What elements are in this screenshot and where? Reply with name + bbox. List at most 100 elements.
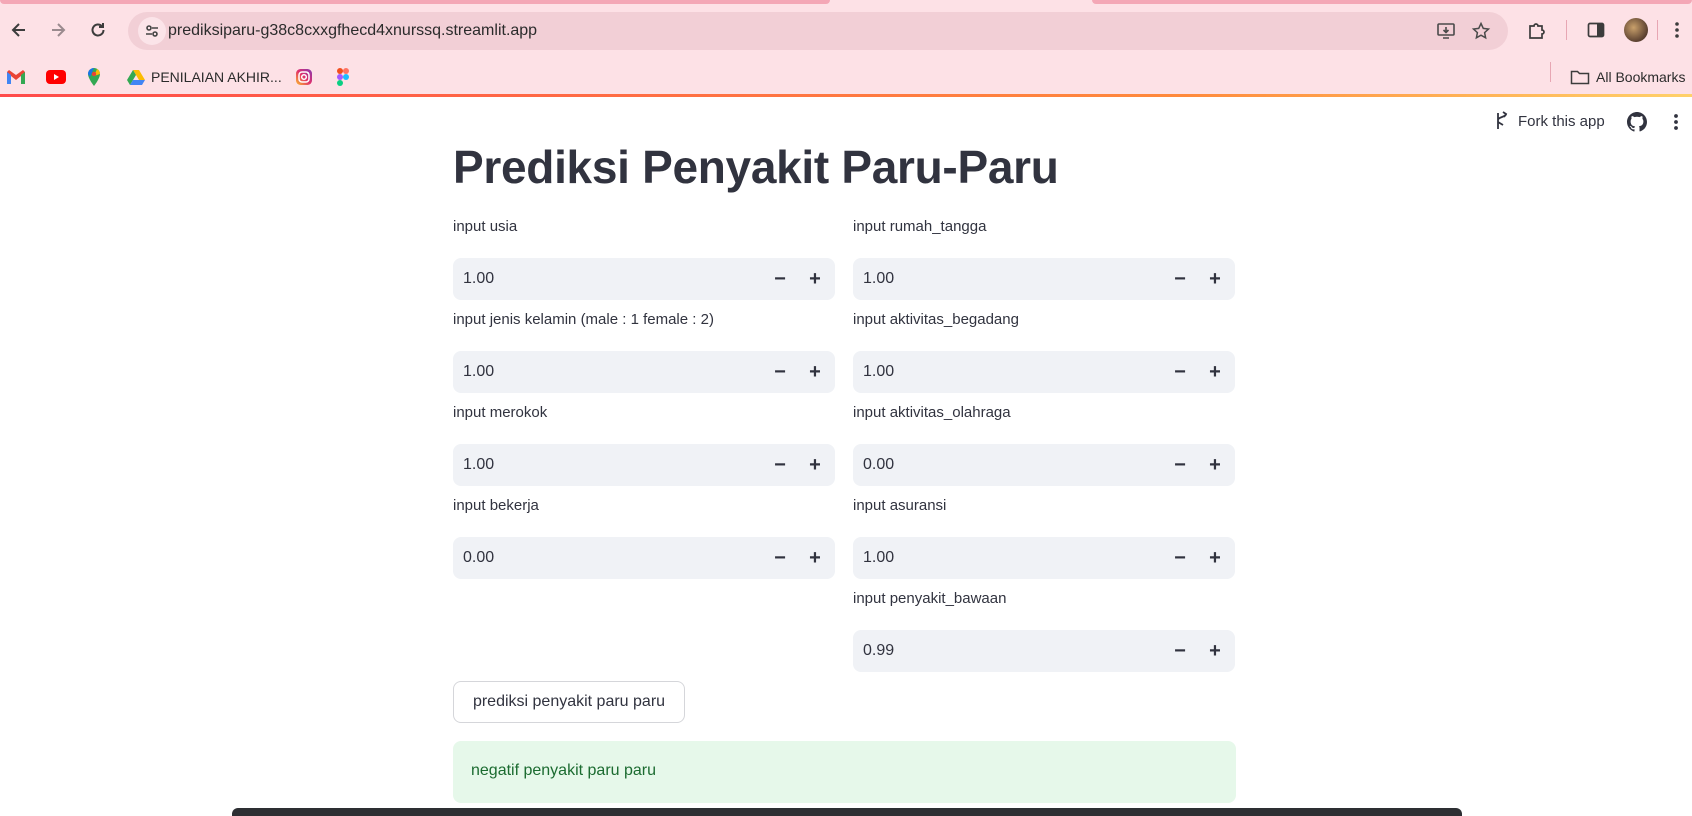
field-aktivitas-begadang: input aktivitas_begadang 1.00 − + xyxy=(853,311,1235,393)
all-bookmarks[interactable]: All Bookmarks xyxy=(1570,66,1685,88)
number-value[interactable]: 1.00 xyxy=(463,363,494,381)
forward-button[interactable] xyxy=(44,16,72,44)
number-value[interactable]: 1.00 xyxy=(863,270,894,288)
toolbar-divider xyxy=(1657,20,1658,40)
increment-button[interactable]: + xyxy=(800,450,830,480)
site-info-button[interactable] xyxy=(138,17,166,45)
reload-icon xyxy=(91,23,105,37)
youtube-icon xyxy=(46,70,66,84)
more-vert-icon xyxy=(1674,114,1678,130)
increment-button[interactable]: + xyxy=(800,543,830,573)
decrement-button[interactable]: − xyxy=(765,264,795,294)
extensions-button[interactable] xyxy=(1524,17,1550,43)
predict-button[interactable]: prediksi penyakit paru paru xyxy=(453,681,685,723)
result-text: negatif penyakit paru paru xyxy=(471,762,657,779)
puzzle-icon xyxy=(1529,23,1545,39)
increment-button[interactable]: + xyxy=(1200,357,1230,387)
browser-menu-button[interactable] xyxy=(1664,17,1690,43)
decrement-button[interactable]: − xyxy=(1165,264,1195,294)
number-input-jenis-kelamin[interactable]: 1.00 − + xyxy=(453,351,835,393)
field-label: input usia xyxy=(453,218,518,235)
back-button[interactable] xyxy=(5,16,33,44)
address-bar[interactable]: prediksiparu-g38c8cxxgfhecd4xnurssq.stre… xyxy=(128,12,1508,50)
field-label: input aktivitas_begadang xyxy=(853,311,1019,328)
number-input-usia[interactable]: 1.00 − + xyxy=(453,258,835,300)
arrow-left-icon xyxy=(11,23,25,37)
number-input-penyakit-bawaan[interactable]: 0.99 − + xyxy=(853,630,1235,672)
number-input-bekerja[interactable]: 0.00 − + xyxy=(453,537,835,579)
maps-icon xyxy=(88,68,100,86)
decrement-button[interactable]: − xyxy=(1165,450,1195,480)
number-input-aktivitas-begadang[interactable]: 1.00 − + xyxy=(853,351,1235,393)
number-value[interactable]: 0.00 xyxy=(463,549,494,567)
reload-button[interactable] xyxy=(84,16,112,44)
number-input-merokok[interactable]: 1.00 − + xyxy=(453,444,835,486)
tab-strip-edge xyxy=(0,0,830,4)
field-usia: input usia 1.00 − + xyxy=(453,218,835,300)
bookmark-maps[interactable] xyxy=(86,66,102,88)
success-alert: negatif penyakit paru paru xyxy=(453,741,1236,803)
number-value[interactable]: 1.00 xyxy=(463,270,494,288)
increment-button[interactable]: + xyxy=(1200,264,1230,294)
decrement-button[interactable]: − xyxy=(765,450,795,480)
bottom-overlay-bar xyxy=(232,808,1462,816)
page-title: Prediksi Penyakit Paru-Paru xyxy=(453,141,1059,193)
app-menu-button[interactable] xyxy=(1666,109,1686,135)
bookmark-gmail[interactable] xyxy=(6,66,26,88)
increment-button[interactable]: + xyxy=(800,264,830,294)
fork-label: Fork this app xyxy=(1518,112,1605,130)
side-panel-button[interactable] xyxy=(1583,17,1609,43)
bookmarks-divider xyxy=(1550,62,1551,82)
decrement-button[interactable]: − xyxy=(1165,543,1195,573)
number-value[interactable]: 0.99 xyxy=(863,642,894,660)
number-value[interactable]: 1.00 xyxy=(863,363,894,381)
decrement-button[interactable]: − xyxy=(1165,636,1195,666)
field-bekerja: input bekerja 0.00 − + xyxy=(453,497,835,579)
gmail-icon xyxy=(7,70,25,84)
field-label: input aktivitas_olahraga xyxy=(853,404,1011,421)
more-vert-icon xyxy=(1675,22,1679,38)
number-value[interactable]: 0.00 xyxy=(863,456,894,474)
profile-avatar[interactable] xyxy=(1624,18,1648,42)
star-icon xyxy=(1471,21,1491,40)
install-icon xyxy=(1437,23,1455,39)
decrement-button[interactable]: − xyxy=(765,543,795,573)
increment-button[interactable]: + xyxy=(1200,543,1230,573)
number-input-aktivitas-olahraga[interactable]: 0.00 − + xyxy=(853,444,1235,486)
bookmark-figma[interactable] xyxy=(336,66,350,88)
instagram-icon xyxy=(296,69,312,85)
field-rumah-tangga: input rumah_tangga 1.00 − + xyxy=(853,218,1235,300)
field-asuransi: input asuransi 1.00 − + xyxy=(853,497,1235,579)
fork-app-button[interactable]: Fork this app xyxy=(1494,111,1605,131)
decrement-button[interactable]: − xyxy=(1165,357,1195,387)
browser-toolbar: prediksiparu-g38c8cxxgfhecd4xnurssq.stre… xyxy=(0,0,1692,58)
github-button[interactable] xyxy=(1624,109,1650,135)
bookmark-star-button[interactable] xyxy=(1469,19,1493,43)
toolbar-divider xyxy=(1566,20,1567,40)
number-value[interactable]: 1.00 xyxy=(463,456,494,474)
increment-button[interactable]: + xyxy=(800,357,830,387)
figma-icon xyxy=(337,68,349,86)
number-input-asuransi[interactable]: 1.00 − + xyxy=(853,537,1235,579)
bookmark-instagram[interactable] xyxy=(295,66,313,88)
bookmark-youtube[interactable] xyxy=(45,66,67,88)
fork-icon xyxy=(1497,111,1508,129)
folder-icon xyxy=(1570,70,1590,85)
field-label: input jenis kelamin (male : 1 female : 2… xyxy=(453,311,714,328)
number-input-rumah-tangga[interactable]: 1.00 − + xyxy=(853,258,1235,300)
field-jenis-kelamin: input jenis kelamin (male : 1 female : 2… xyxy=(453,311,835,393)
increment-button[interactable]: + xyxy=(1200,450,1230,480)
arrow-right-icon xyxy=(52,23,66,37)
all-bookmarks-label: All Bookmarks xyxy=(1596,69,1686,85)
install-app-button[interactable] xyxy=(1434,19,1458,43)
field-label: input penyakit_bawaan xyxy=(853,590,1007,607)
bookmark-penilaian[interactable]: PENILAIAN AKHIR... xyxy=(127,66,282,88)
decrement-button[interactable]: − xyxy=(765,357,795,387)
field-aktivitas-olahraga: input aktivitas_olahraga 0.00 − + xyxy=(853,404,1235,486)
number-value[interactable]: 1.00 xyxy=(863,549,894,567)
increment-button[interactable]: + xyxy=(1200,636,1230,666)
field-label: input asuransi xyxy=(853,497,947,514)
url-text[interactable]: prediksiparu-g38c8cxxgfhecd4xnurssq.stre… xyxy=(168,22,537,40)
github-icon xyxy=(1627,112,1647,132)
tab-strip-edge xyxy=(1092,0,1692,4)
